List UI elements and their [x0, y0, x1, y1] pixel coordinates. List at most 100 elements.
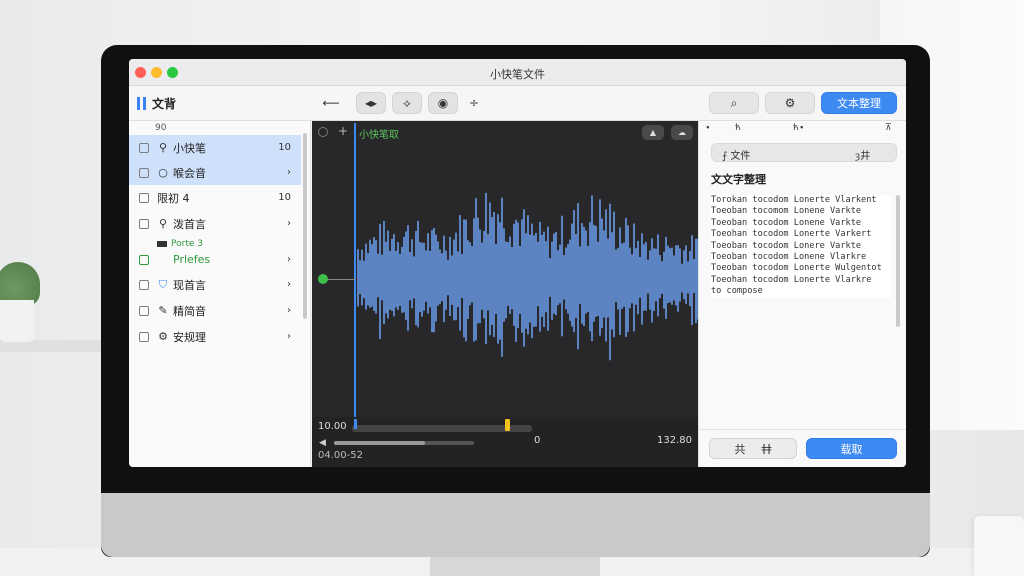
- timeline-marker[interactable]: [505, 419, 510, 431]
- panel-header: ∙ ћ ћ∙ ⊼: [699, 121, 906, 139]
- text-panel: ∙ ћ ћ∙ ⊼ ⨍ 文件 ȝ井 文文字整理 Torokan tocodom L…: [698, 121, 906, 467]
- secondary-button[interactable]: 共 ǂǂ: [709, 438, 797, 459]
- sidebar-item[interactable]: ✎ 精简音 ›: [129, 298, 301, 323]
- checkbox[interactable]: [139, 218, 149, 229]
- checkbox[interactable]: [139, 305, 149, 316]
- window-title: 小快笔文件: [490, 68, 545, 81]
- primary-button[interactable]: 载取: [806, 438, 897, 459]
- waveform-icon: ◂▸: [364, 96, 378, 110]
- target-icon: ◉: [437, 96, 449, 110]
- chevron-right-icon: ›: [287, 279, 291, 290]
- settings-button[interactable]: ⚙: [765, 92, 815, 114]
- checkbox[interactable]: [139, 279, 149, 290]
- split-button[interactable]: ÷: [461, 92, 487, 114]
- time-end: 132.80: [657, 435, 692, 446]
- waveform[interactable]: [312, 121, 698, 417]
- sidebar-item[interactable]: Prlefes ›: [129, 247, 301, 272]
- waveform-button[interactable]: ◂▸: [356, 92, 386, 114]
- time-position: 04.00-52: [318, 450, 363, 461]
- shield-icon: ⛉: [158, 277, 168, 291]
- panel-head-right[interactable]: ⊼: [885, 123, 892, 133]
- split-icon: ÷: [468, 96, 480, 110]
- pin-icon: ⚲: [158, 217, 168, 230]
- timeline-start-tick[interactable]: [354, 419, 357, 429]
- playhead-connector: [326, 279, 356, 280]
- transcript-line: Toeoban tocomom Lonene Varkte: [711, 206, 862, 217]
- sidebar: 90 ⚲ 小快笔 10 ○ 喉会音 › 限初 4 10 ⚲ 泼首言 › Port…: [129, 121, 311, 467]
- app-window: 小快笔文件 文背 ⟵ ◂▸ ⟡ ◉ ÷ ⌕ ⚙ 文本整理 90 ⚲ 小快笔 10…: [129, 59, 906, 467]
- volume-slider[interactable]: [334, 441, 474, 445]
- settings-icon: ⚙: [158, 330, 168, 343]
- settings-icon: ⚙: [784, 96, 796, 110]
- sidebar-header: 文背: [137, 95, 176, 112]
- wave-button[interactable]: ⟡: [392, 92, 422, 114]
- sidebar-item-label: 现首言: [173, 278, 206, 292]
- checkbox[interactable]: [139, 142, 149, 153]
- panel-head-mid1: ћ: [735, 123, 741, 133]
- sidebar-toggle-icon[interactable]: [137, 97, 146, 110]
- transcript-line: Toeohan tocodom Lonerte Varkert: [711, 229, 872, 240]
- transcript-line: Torokan tocodom Lonerte Vlarkent: [711, 195, 877, 205]
- back-icon: ⟵: [322, 96, 340, 110]
- panel-scrollbar[interactable]: [896, 195, 900, 327]
- sidebar-item-label: 小快笔: [173, 141, 206, 155]
- sidebar-scrollbar[interactable]: [303, 133, 307, 319]
- sidebar-count: 90: [155, 123, 167, 133]
- checkbox[interactable]: [139, 254, 149, 265]
- chevron-right-icon: ›: [287, 331, 291, 342]
- mug: [974, 516, 1024, 576]
- text-organize-button[interactable]: 文本整理: [821, 92, 897, 114]
- segment-other[interactable]: ȝ井: [855, 147, 870, 162]
- transcript-line: to compose: [711, 286, 763, 297]
- checkbox[interactable]: [139, 192, 149, 203]
- monitor-stand: [430, 557, 600, 576]
- circle-icon: ○: [158, 166, 168, 179]
- edit-icon: ✎: [158, 304, 168, 317]
- plant-pot: [0, 300, 34, 342]
- transcript-line: Toeoban tocodom Lonerte Wulgentot: [711, 263, 882, 274]
- segment-file[interactable]: ⨍ 文件: [722, 147, 750, 162]
- sidebar-item[interactable]: 限初 4 10: [129, 185, 301, 210]
- wave-icon: ⟡: [403, 95, 411, 110]
- secondary-button-left: 共: [734, 442, 746, 456]
- checkbox[interactable]: [139, 331, 149, 342]
- playhead[interactable]: [354, 123, 356, 421]
- waveform-editor[interactable]: + 小快笔取 ▲ ☁ 10.00 ◀ 0 132.80 04.00-52: [312, 121, 698, 467]
- sidebar-item-value: 10: [278, 192, 291, 203]
- chevron-right-icon: ›: [287, 254, 291, 265]
- monitor-chin: [101, 493, 930, 557]
- panel-title: 文文字整理: [711, 173, 766, 186]
- transcript-text[interactable]: Torokan tocodom Lonerte Vlarkent Toeoban …: [711, 195, 891, 298]
- timeline: 10.00 ◀ 0 132.80 04.00-52: [312, 417, 698, 467]
- time-zero: 0: [534, 435, 541, 446]
- sidebar-item[interactable]: ⚲ 小快笔 10: [129, 135, 301, 160]
- back-button[interactable]: ⟵: [318, 92, 344, 114]
- secondary-button-right: ǂǂ: [761, 442, 772, 455]
- volume-fill: [334, 441, 425, 445]
- chevron-right-icon: ›: [287, 218, 291, 229]
- sidebar-item-label: Prlefes: [173, 253, 211, 266]
- segmented-control[interactable]: ⨍ 文件 ȝ井: [711, 143, 897, 162]
- sidebar-item-label: 限初 4: [157, 191, 190, 205]
- sidebar-item-label: 喉会音: [173, 166, 206, 180]
- search-button[interactable]: ⌕: [709, 92, 759, 114]
- sidebar-item[interactable]: ⛉ 现首言 ›: [129, 272, 301, 297]
- speaker-icon[interactable]: ◀: [319, 438, 326, 448]
- target-button[interactable]: ◉: [428, 92, 458, 114]
- start-marker-icon[interactable]: [318, 274, 328, 284]
- sidebar-title: 文背: [152, 97, 177, 111]
- checkbox[interactable]: [139, 167, 149, 178]
- toolbar: 文背 ⟵ ◂▸ ⟡ ◉ ÷ ⌕ ⚙ 文本整理: [129, 86, 906, 121]
- sidebar-item[interactable]: ⚲ 泼首言 ›: [129, 211, 301, 236]
- sidebar-item-label: 泼首言: [173, 217, 206, 231]
- sidebar-item[interactable]: ○ 喉会音 ›: [129, 160, 301, 185]
- panel-footer: 共 ǂǂ 载取: [699, 429, 906, 467]
- panel-head-left: ∙: [705, 123, 711, 133]
- chevron-right-icon: ›: [287, 305, 291, 316]
- time-start: 10.00: [318, 421, 347, 432]
- transcript-line: Toeoban tocodom Lonene Varkte: [711, 217, 862, 228]
- sidebar-item[interactable]: ⚙ 安规理 ›: [129, 324, 301, 349]
- pin-icon: ⚲: [158, 141, 168, 154]
- search-icon: ⌕: [730, 95, 738, 110]
- transcript-line: Toeoban tocodom Lonene Vlarkre: [711, 252, 867, 263]
